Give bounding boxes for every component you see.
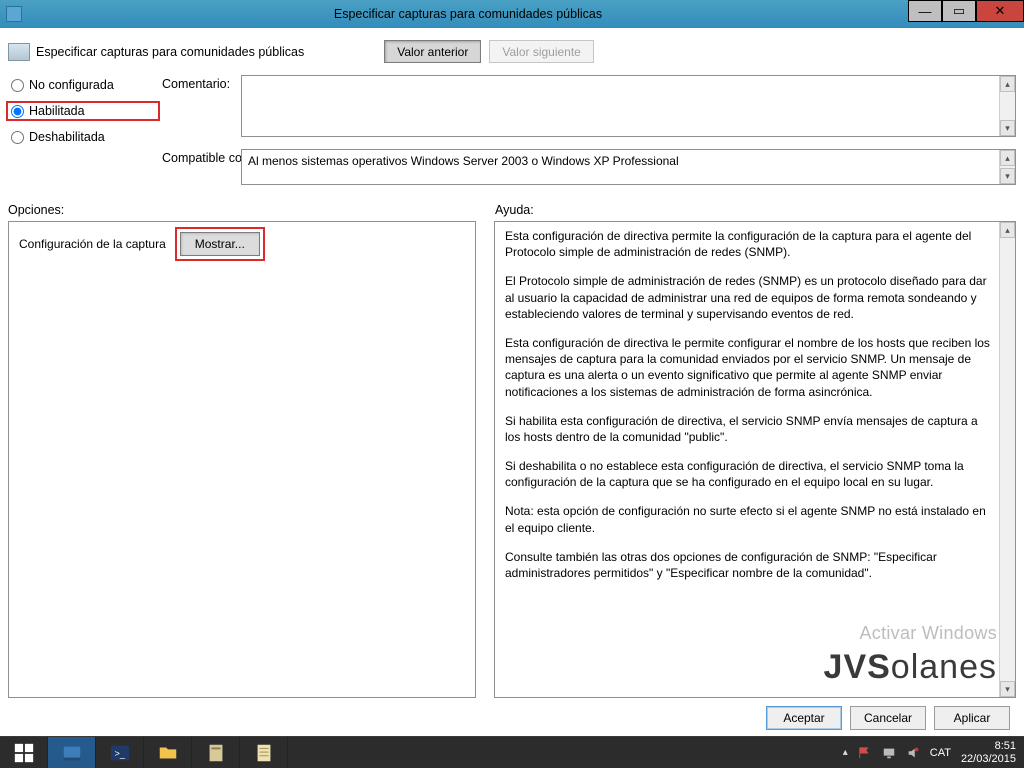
taskbar-app-1[interactable] [192, 737, 240, 768]
policy-icon [8, 43, 30, 61]
windows-icon [13, 742, 35, 764]
help-panel: Esta configuración de directiva permite … [494, 221, 1016, 698]
clock-date: 22/03/2015 [961, 753, 1016, 765]
trap-config-label: Configuración de la captura [19, 237, 166, 251]
notepad-icon [253, 742, 275, 764]
system-tray: ▴ CAT 8:51 22/03/2015 [835, 737, 1024, 768]
maximize-button[interactable]: ▭ [942, 0, 976, 22]
compat-label: Compatible con: [162, 149, 237, 165]
options-label: Opciones: [8, 203, 495, 217]
scroll-down-icon[interactable]: ▾ [1000, 120, 1015, 136]
gpo-policy-window: Especificar capturas para comunidades pú… [0, 0, 1024, 768]
next-setting-button: Valor siguiente [489, 40, 594, 63]
compat-scrollbar[interactable]: ▴ ▾ [999, 150, 1015, 184]
help-p6: Nota: esta opción de configuración no su… [505, 503, 991, 535]
apply-button[interactable]: Aplicar [934, 706, 1010, 730]
dialog-buttons: Aceptar Cancelar Aplicar [8, 698, 1016, 736]
help-p2: El Protocolo simple de administración de… [505, 273, 991, 322]
help-scrollbar[interactable]: ▴ ▾ [999, 222, 1015, 697]
help-label: Ayuda: [495, 203, 534, 217]
compat-box: Al menos sistemas operativos Windows Ser… [241, 149, 1016, 185]
policy-state-radios: No configurada Habilitada Deshabilitada [8, 75, 158, 145]
radio-enabled-label: Habilitada [29, 104, 85, 118]
app-icon [6, 6, 22, 22]
server-manager-icon [61, 742, 83, 764]
help-p7: Consulte también las otras dos opciones … [505, 549, 991, 581]
start-button[interactable] [0, 737, 48, 768]
comment-scrollbar[interactable]: ▴ ▾ [999, 76, 1015, 136]
taskbar-powershell[interactable]: >_ [96, 737, 144, 768]
radio-not-configured[interactable]: No configurada [8, 77, 158, 93]
help-p3: Esta configuración de directiva le permi… [505, 335, 991, 400]
scroll-up-icon[interactable]: ▴ [1000, 150, 1015, 166]
top-grid: No configurada Habilitada Deshabilitada … [8, 75, 1016, 185]
scroll-up-icon[interactable]: ▴ [1000, 222, 1015, 238]
taskbar-server-manager[interactable] [48, 737, 96, 768]
options-panel: Configuración de la captura Mostrar... [8, 221, 476, 698]
folder-icon [157, 742, 179, 764]
panels: Configuración de la captura Mostrar... E… [8, 221, 1016, 698]
compat-text: Al menos sistemas operativos Windows Ser… [242, 150, 999, 184]
watermark: Activar Windows JVSolanes [824, 621, 997, 691]
radio-disabled-label: Deshabilitada [29, 130, 105, 144]
trap-config-row: Configuración de la captura Mostrar... [19, 232, 465, 256]
taskbar-app-2[interactable] [240, 737, 288, 768]
help-p5: Si deshabilita o no establece esta confi… [505, 458, 991, 490]
taskbar-explorer[interactable] [144, 737, 192, 768]
radio-disabled-input[interactable] [11, 131, 24, 144]
logo-bold: JVS [824, 648, 891, 686]
flag-icon[interactable] [858, 746, 872, 760]
radio-enabled-input[interactable] [11, 105, 24, 118]
taskbar: >_ ▴ CAT 8:51 22/03/2015 [0, 736, 1024, 768]
svg-text:>_: >_ [114, 748, 125, 758]
minimize-button[interactable]: — [908, 0, 942, 22]
activate-windows-text: Activar Windows [824, 621, 997, 645]
scroll-down-icon[interactable]: ▾ [1000, 681, 1015, 697]
help-p1: Esta configuración de directiva permite … [505, 228, 991, 260]
tray-overflow-icon[interactable]: ▴ [843, 747, 848, 758]
ok-button[interactable]: Aceptar [766, 706, 842, 730]
window-title: Especificar capturas para comunidades pú… [28, 7, 908, 21]
powershell-icon: >_ [109, 742, 131, 764]
titlebar: Especificar capturas para comunidades pú… [0, 0, 1024, 28]
prev-setting-button[interactable]: Valor anterior [384, 40, 481, 63]
show-button[interactable]: Mostrar... [180, 232, 260, 256]
header-row: Especificar capturas para comunidades pú… [8, 40, 1016, 63]
comment-textarea[interactable]: ▴ ▾ [241, 75, 1016, 137]
logo-rest: olanes [891, 648, 997, 686]
radio-not-configured-label: No configurada [29, 78, 114, 92]
clock[interactable]: 8:51 22/03/2015 [961, 740, 1016, 764]
scroll-down-icon[interactable]: ▾ [1000, 168, 1015, 184]
clock-time: 8:51 [995, 740, 1016, 752]
window-controls: — ▭ ✕ [908, 0, 1024, 28]
scroll-up-icon[interactable]: ▴ [1000, 76, 1015, 92]
language-indicator[interactable]: CAT [930, 747, 951, 759]
cancel-button[interactable]: Cancelar [850, 706, 926, 730]
policy-title: Especificar capturas para comunidades pú… [36, 45, 304, 59]
document-icon [205, 742, 227, 764]
client-area: Especificar capturas para comunidades pú… [0, 28, 1024, 736]
close-button[interactable]: ✕ [976, 0, 1024, 22]
comment-label: Comentario: [162, 75, 237, 91]
help-text: Esta configuración de directiva permite … [495, 222, 999, 697]
radio-disabled[interactable]: Deshabilitada [8, 129, 158, 145]
section-labels: Opciones: Ayuda: [8, 203, 1016, 217]
sound-icon[interactable] [906, 746, 920, 760]
radio-enabled[interactable]: Habilitada [8, 103, 158, 119]
radio-not-configured-input[interactable] [11, 79, 24, 92]
help-p4: Si habilita esta configuración de direct… [505, 413, 991, 445]
network-icon[interactable] [882, 746, 896, 760]
